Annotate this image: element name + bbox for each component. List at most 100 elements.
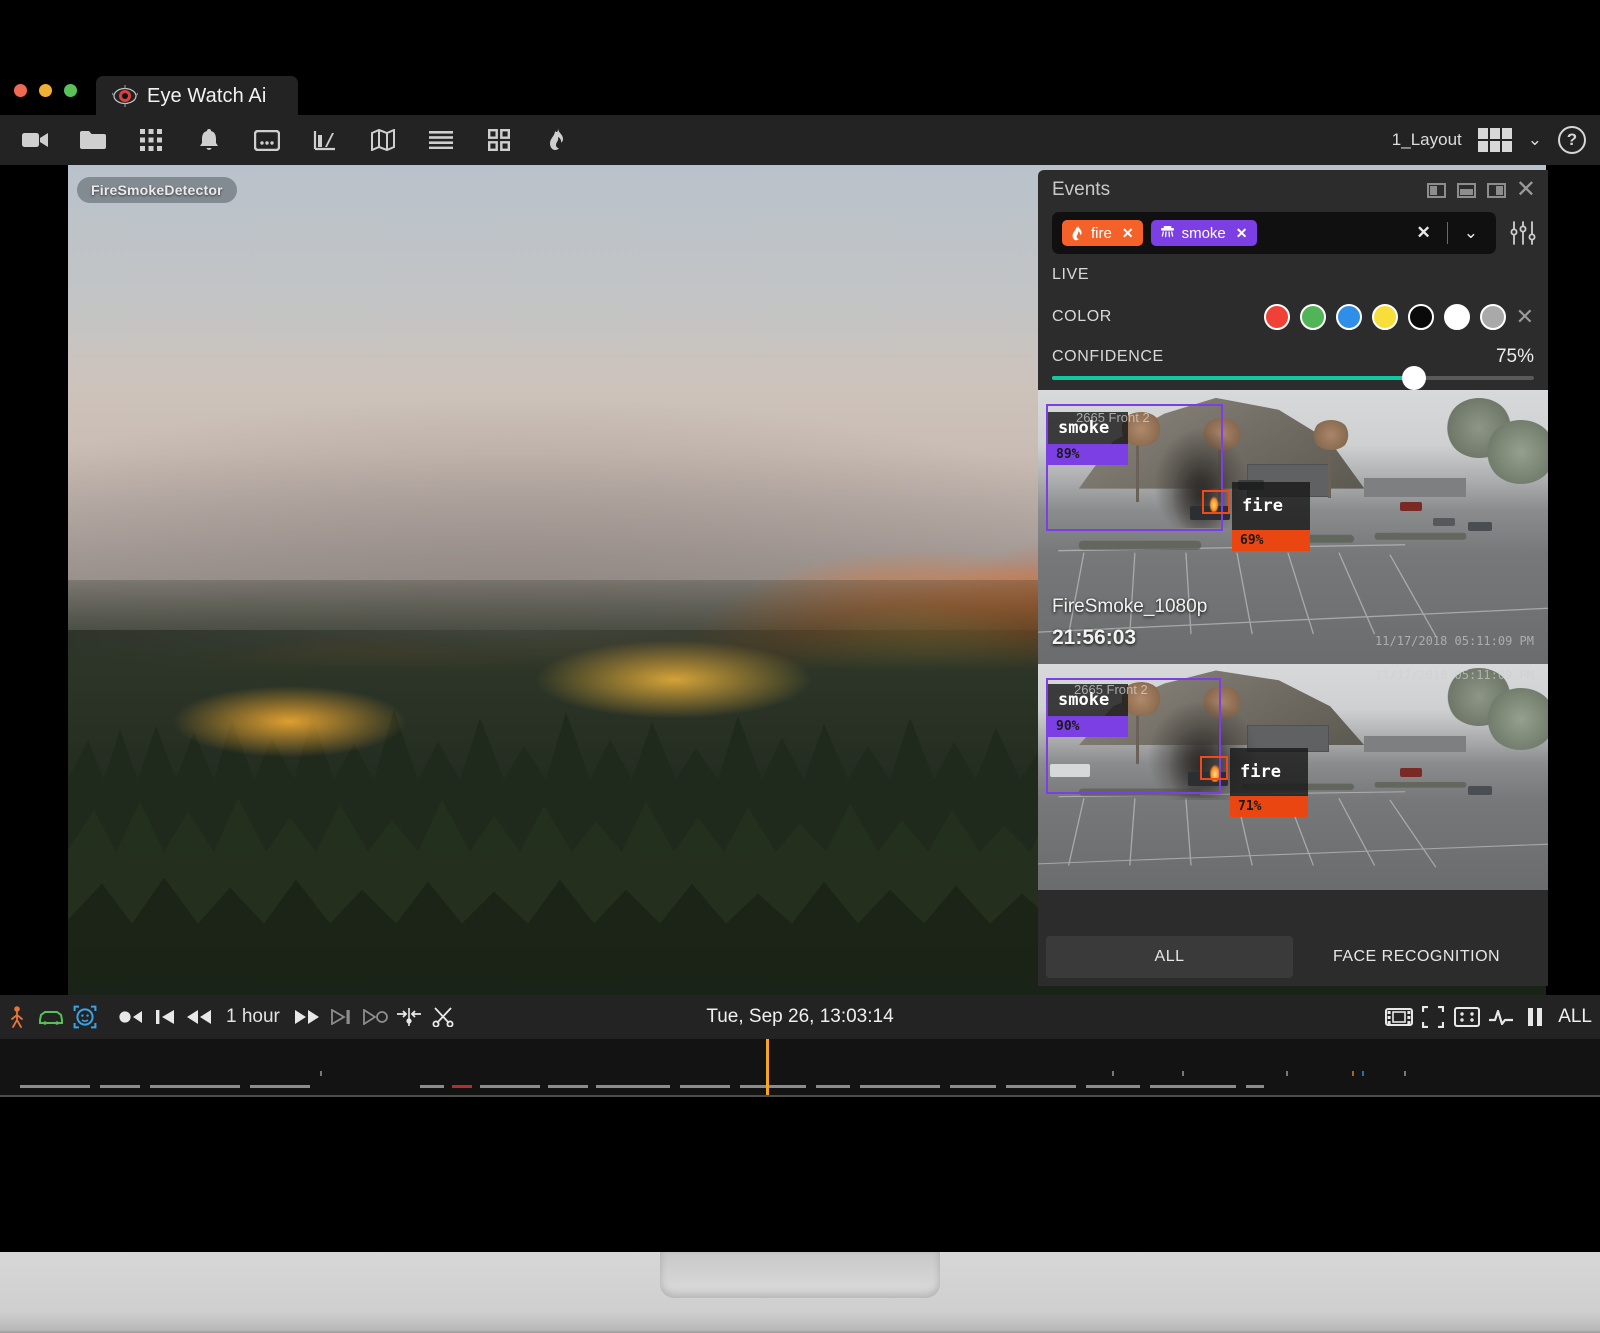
app-tab-label: Eye Watch Ai [147,85,266,108]
chevron-down-icon[interactable]: ⌄ [1456,223,1486,243]
layout-grid-icon[interactable] [1478,128,1512,152]
close-icon[interactable]: ✕ [1512,178,1540,202]
timeline-all-label[interactable]: ALL [1552,1006,1598,1028]
list-icon[interactable] [412,117,470,163]
color-filter-row: COLOR ✕ [1038,296,1548,338]
camera-overlay-text: 2665 Front 2 [1074,682,1148,697]
filter-chip-fire-label: fire [1091,225,1112,242]
color-swatch-black[interactable] [1408,304,1434,330]
minimize-window-button[interactable] [39,84,52,97]
event-camera-name: FireSmoke_1080p [1052,596,1207,618]
apps-grid-icon[interactable] [122,117,180,163]
events-panel-title: Events [1052,179,1422,201]
motion-region-icon[interactable] [1450,997,1484,1037]
timeline-scrubber[interactable] [0,1039,1600,1095]
person-icon[interactable] [0,997,34,1037]
chevron-down-icon[interactable]: ⌄ [1528,130,1542,150]
fire-bounding-box [1200,756,1228,780]
events-panel-header: Events ✕ [1038,170,1548,210]
skip-next-icon[interactable] [324,997,358,1037]
confidence-label: CONFIDENCE [1052,348,1164,366]
play-to-end-icon[interactable] [358,997,392,1037]
events-tabs: ALL FACE RECOGNITION [1038,936,1548,986]
traffic-lights [14,84,77,97]
event-card[interactable]: smoke 89% fire 69% 2665 Front 2 FireSmok… [1038,390,1548,664]
app-tab[interactable]: Eye Watch Ai [96,76,298,116]
camera-name-badge[interactable]: FireSmokeDetector [77,177,237,203]
camera-overlay-text: 2665 Front 2 [1076,410,1150,425]
remove-fire-filter-icon[interactable]: ✕ [1122,225,1134,242]
timeline-speed-label[interactable]: 1 hour [216,1006,290,1028]
sliders-icon[interactable] [1506,216,1540,250]
jump-to-live-icon[interactable] [114,997,148,1037]
confidence-value: 75% [1496,346,1534,368]
color-swatch-white[interactable] [1444,304,1470,330]
tiles-icon[interactable] [470,117,528,163]
confidence-slider[interactable] [1052,376,1534,380]
timeline-playhead[interactable] [766,1039,769,1095]
event-time: 21:56:03 [1052,626,1136,650]
dock-bottom-icon[interactable] [1452,175,1482,205]
rewind-icon[interactable] [182,997,216,1037]
tab-all[interactable]: ALL [1046,936,1293,978]
analytics-icon[interactable] [296,117,354,163]
skip-previous-icon[interactable] [148,997,182,1037]
timeline-right-controls: ALL [1382,995,1600,1039]
tab-face-recognition[interactable]: FACE RECOGNITION [1293,936,1540,978]
clear-color-icon[interactable]: ✕ [1516,304,1534,330]
live-filter-row[interactable]: LIVE [1038,254,1548,296]
close-window-button[interactable] [14,84,27,97]
color-swatch-red[interactable] [1264,304,1290,330]
smoke-detector-icon [1160,226,1175,241]
color-swatch-yellow[interactable] [1372,304,1398,330]
camera-icon[interactable] [6,117,64,163]
bell-icon[interactable] [180,117,238,163]
dock-left-icon[interactable] [1422,175,1452,205]
fast-forward-icon[interactable] [290,997,324,1037]
clear-filters-icon[interactable]: ✕ [1409,223,1439,243]
events-panel: Events ✕ fire ✕ smoke [1038,170,1548,986]
color-swatch-blue[interactable] [1336,304,1362,330]
map-icon[interactable] [354,117,412,163]
fire-detection-label: fire 71% [1230,748,1308,817]
media-card-icon[interactable] [238,117,296,163]
toolbar-right-group: 1_Layout ⌄ ? [1392,115,1586,165]
filter-chip-smoke[interactable]: smoke ✕ [1151,220,1257,246]
dock-right-icon[interactable] [1482,175,1512,205]
timeline-toolbar: 1 hour Tue, Sep 26, 13:03:14 [0,995,1600,1039]
pause-icon[interactable] [1518,997,1552,1037]
timeline-left-controls: 1 hour [0,997,460,1037]
filter-chip-smoke-label: smoke [1182,225,1226,242]
events-list[interactable]: smoke 89% fire 69% 2665 Front 2 FireSmok… [1038,390,1548,936]
laptop-notch [660,1252,940,1298]
layout-name-label: 1_Layout [1392,130,1462,150]
screen-root: Eye Watch Ai [0,0,1600,1333]
window-titlebar: Eye Watch Ai [0,60,1600,115]
event-timestamp: 11/17/2018 05:11:09 PM [1375,668,1534,682]
help-icon[interactable]: ? [1558,126,1586,154]
face-icon[interactable] [68,997,102,1037]
filmstrip-icon[interactable] [1382,997,1416,1037]
folder-icon[interactable] [64,117,122,163]
filter-chip-fire[interactable]: fire ✕ [1062,220,1143,246]
fullscreen-icon[interactable] [1416,997,1450,1037]
scissors-icon[interactable] [426,997,460,1037]
event-card[interactable]: smoke 90% fire 71% 2665 Front 2 11/17/20… [1038,664,1548,890]
pulse-icon[interactable] [1484,997,1518,1037]
confidence-filter-row: CONFIDENCE 75% [1038,338,1548,376]
color-swatch-green[interactable] [1300,304,1326,330]
confidence-slider-handle[interactable] [1402,366,1426,390]
color-swatch-gray[interactable] [1480,304,1506,330]
fire-detection-label: fire 69% [1232,482,1310,551]
car-icon[interactable] [34,997,68,1037]
filter-chip-box[interactable]: fire ✕ smoke ✕ ✕ ⌄ [1052,212,1496,254]
set-marker-icon[interactable] [392,997,426,1037]
fire-label-text: fire [1232,482,1310,530]
app-toolbar: 1_Layout ⌄ ? [0,115,1600,165]
fire-label-text: fire [1230,748,1308,796]
live-label: LIVE [1052,266,1089,284]
maximize-window-button[interactable] [64,84,77,97]
event-timestamp: 11/17/2018 05:11:09 PM [1375,634,1534,648]
fire-icon[interactable] [528,117,586,163]
remove-smoke-filter-icon[interactable]: ✕ [1236,225,1248,242]
